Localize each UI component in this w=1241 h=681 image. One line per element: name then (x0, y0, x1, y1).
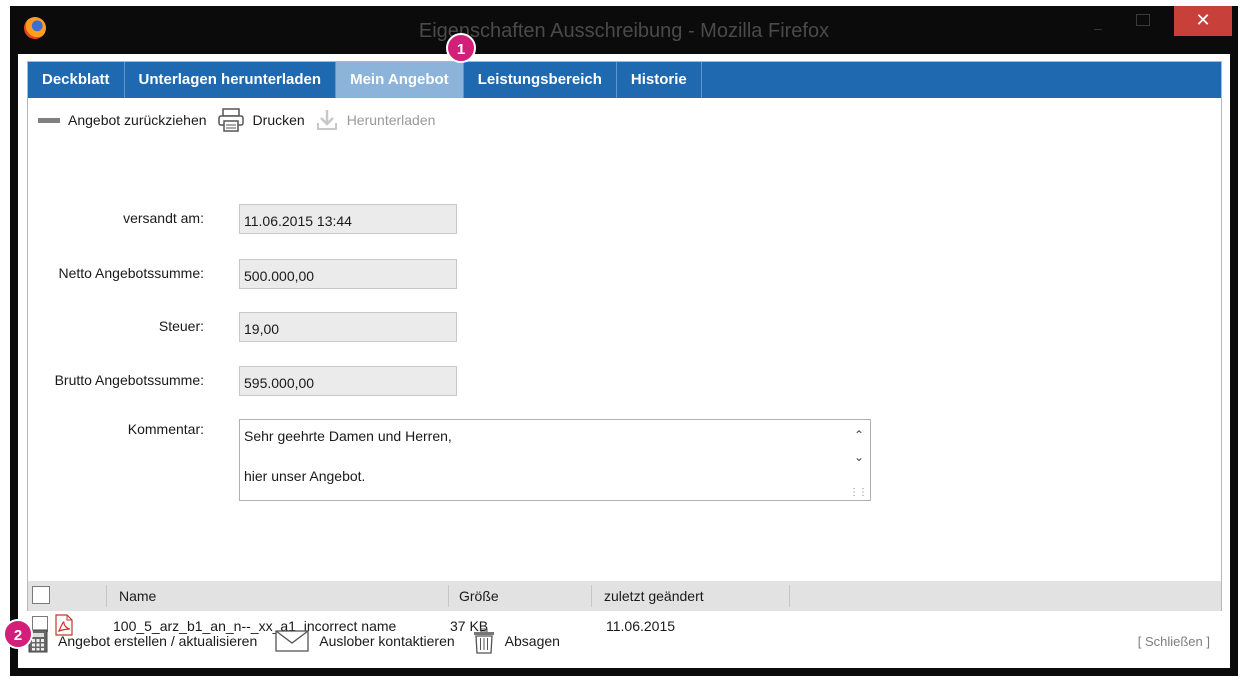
action-bar: Angebot erstellen / aktualisieren Auslob… (28, 621, 560, 661)
download-button[interactable]: Herunterladen (315, 108, 436, 132)
maximize-icon[interactable] (1136, 14, 1150, 26)
withdraw-offer-button[interactable]: Angebot zurückziehen (38, 112, 207, 128)
dialog-content: Deckblatt Unterlagen herunterladen Mein … (18, 54, 1230, 668)
trash-icon (473, 628, 494, 654)
sent-label: versandt am: (123, 210, 204, 226)
download-label: Herunterladen (346, 112, 436, 128)
annotation-marker-1: 1 (446, 33, 476, 63)
column-modified[interactable]: zuletzt geändert (604, 588, 704, 604)
window-title: Eigenschaften Ausschreibung - Mozilla Fi… (418, 20, 830, 42)
tab-mein-angebot[interactable]: Mein Angebot (336, 62, 464, 98)
column-separator (789, 585, 790, 607)
tab-unterlagen-herunterladen[interactable]: Unterlagen herunterladen (125, 62, 337, 98)
gross-sum-field: 595.000,00 (239, 366, 457, 396)
contact-tenderer-label: Auslober kontaktieren (319, 633, 455, 649)
scroll-up-icon[interactable]: ⌃ (854, 428, 864, 442)
minimize-icon[interactable]: – (1094, 20, 1108, 36)
browser-window: Eigenschaften Ausschreibung - Mozilla Fi… (10, 6, 1238, 676)
comment-textarea[interactable]: Sehr geehrte Damen und Herren, hier unse… (239, 419, 871, 501)
column-name[interactable]: Name (119, 588, 156, 604)
decline-label: Absagen (504, 633, 560, 649)
envelope-icon (275, 630, 309, 652)
decline-button[interactable]: Absagen (473, 628, 560, 654)
close-window-button[interactable]: ✕ (1174, 6, 1232, 36)
create-offer-label: Angebot erstellen / aktualisieren (58, 633, 258, 649)
create-offer-button[interactable]: Angebot erstellen / aktualisieren (28, 629, 257, 653)
tax-field: 19,00 (239, 312, 457, 342)
column-separator (448, 585, 449, 607)
select-all-checkbox[interactable] (32, 586, 50, 604)
tab-bar: Deckblatt Unterlagen herunterladen Mein … (28, 62, 1221, 98)
sent-field: 11.06.2015 13:44 (239, 204, 457, 234)
gross-sum-label: Brutto Angebotssumme: (54, 372, 204, 388)
column-size[interactable]: Größe (459, 588, 499, 604)
resize-grip-icon[interactable]: ⋮⋮ (849, 487, 868, 498)
print-button[interactable]: Drucken (217, 108, 305, 132)
tab-leistungsbereich[interactable]: Leistungsbereich (464, 62, 617, 98)
close-dialog-link[interactable]: [ Schließen ] (1138, 634, 1210, 649)
minus-icon (38, 117, 60, 123)
print-label: Drucken (252, 112, 305, 128)
tax-label: Steuer: (158, 318, 204, 334)
offer-panel: Deckblatt Unterlagen herunterladen Mein … (27, 61, 1222, 641)
download-icon (316, 110, 337, 130)
comment-line-1: Sehr geehrte Damen und Herren, (244, 428, 452, 444)
scroll-down-icon[interactable]: ⌄ (854, 450, 864, 464)
tab-deckblatt[interactable]: Deckblatt (28, 62, 125, 98)
toolbar: Angebot zurückziehen Drucken Herunterlad… (38, 106, 435, 134)
net-sum-label: Netto Angebotssumme: (58, 265, 204, 281)
net-sum-field: 500.000,00 (239, 259, 457, 289)
comment-label: Kommentar: (127, 421, 204, 437)
printer-icon (217, 108, 244, 132)
file-modified: 11.06.2015 (606, 618, 676, 634)
title-bar: Eigenschaften Ausschreibung - Mozilla Fi… (10, 6, 1238, 54)
annotation-marker-2: 2 (3, 619, 33, 649)
withdraw-offer-label: Angebot zurückziehen (68, 112, 207, 128)
tab-historie[interactable]: Historie (617, 62, 702, 98)
column-separator (106, 585, 107, 607)
contact-tenderer-button[interactable]: Auslober kontaktieren (275, 630, 455, 652)
file-list-header: Name Größe zuletzt geändert (28, 581, 1221, 611)
comment-line-2: hier unser Angebot. (244, 468, 366, 484)
column-separator (591, 585, 592, 607)
